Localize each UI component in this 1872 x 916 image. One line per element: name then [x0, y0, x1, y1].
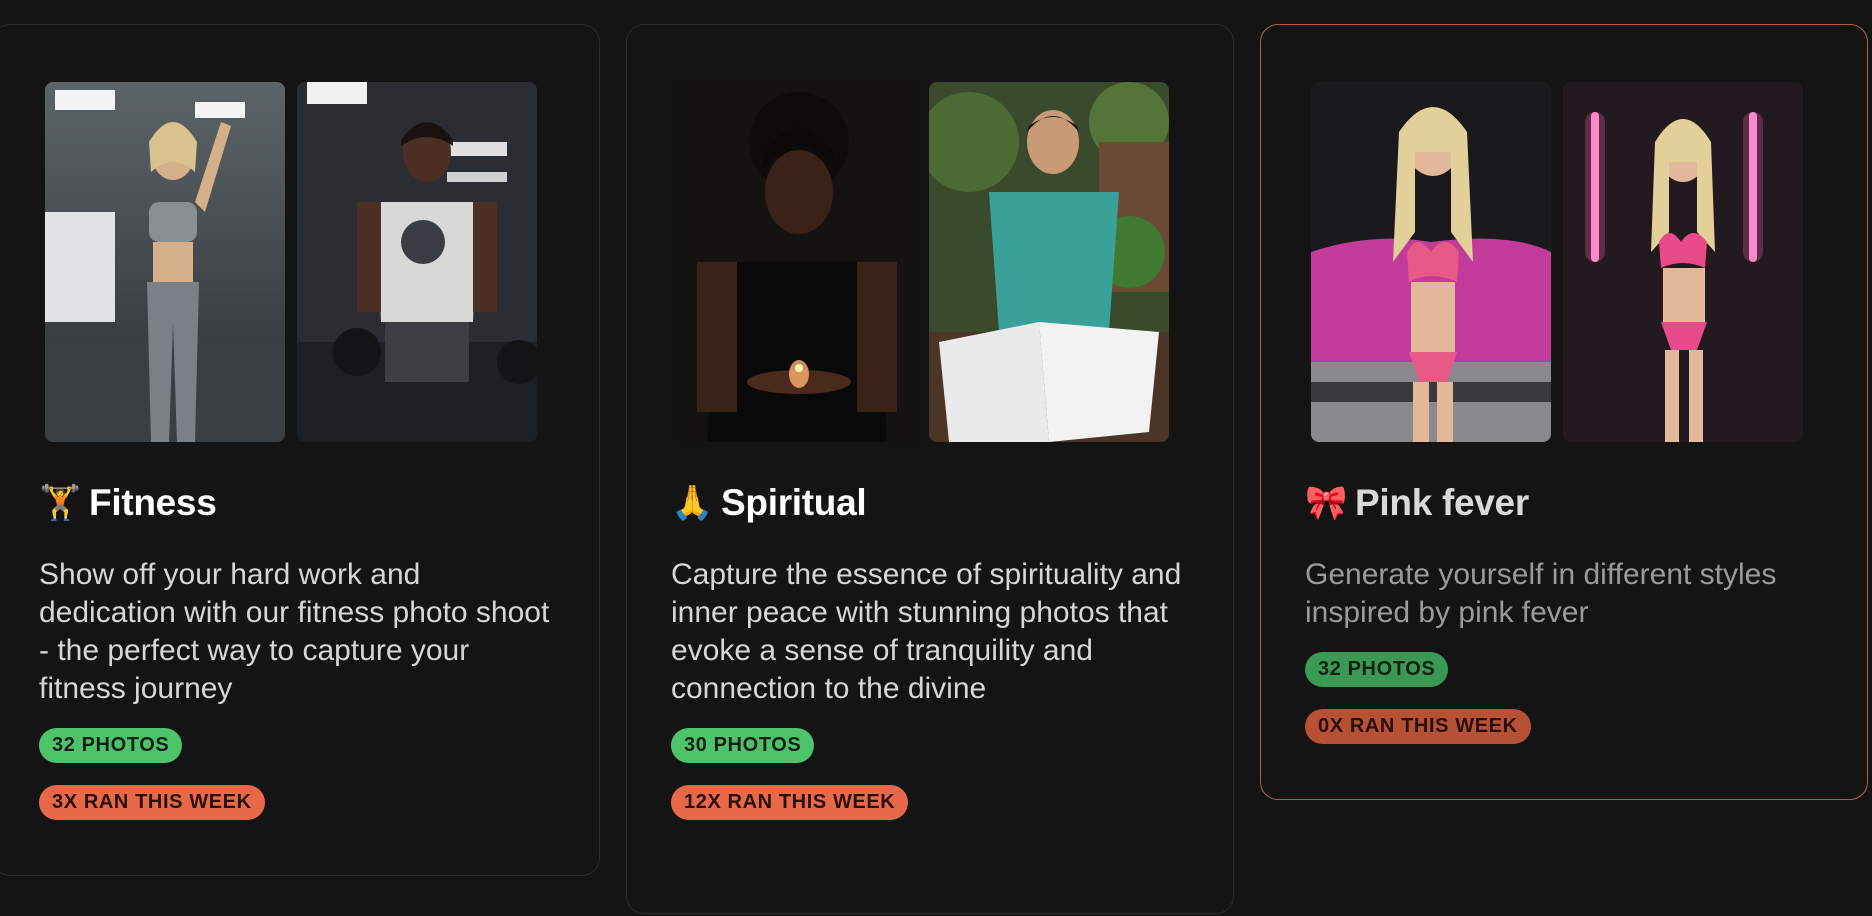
preview-image-man-journaling	[929, 82, 1169, 442]
weekly-runs-badge: 12X RAN THIS WEEK	[671, 785, 909, 820]
style-card-fitness[interactable]: 🏋️ Fitness Show off your hard work and d…	[0, 24, 600, 876]
preview-image-woman-neon	[1563, 82, 1803, 442]
preview-images	[1311, 82, 1867, 442]
card-title-text: Pink fever	[1355, 482, 1529, 523]
preview-image-man-candle	[677, 82, 917, 442]
preview-images	[45, 82, 599, 442]
preview-images	[677, 82, 1233, 442]
ribbon-icon: 🎀	[1305, 484, 1348, 522]
preview-image-woman-pink-car	[1311, 82, 1551, 442]
card-title-text: Fitness	[89, 482, 217, 523]
weightlifter-icon: 🏋️	[39, 484, 82, 522]
weekly-runs-badge: 3X RAN THIS WEEK	[39, 785, 265, 820]
photos-count-badge: 32 PHOTOS	[39, 728, 183, 763]
photos-count-badge: 32 PHOTOS	[1305, 652, 1449, 687]
weekly-runs-badge: 0X RAN THIS WEEK	[1305, 709, 1531, 744]
card-description: Show off your hard work and dedication w…	[39, 558, 550, 705]
card-title-text: Spiritual	[721, 482, 867, 523]
praying-hands-icon: 🙏	[671, 484, 714, 522]
style-cards-row: 🏋️ Fitness Show off your hard work and d…	[0, 0, 1872, 916]
card-badges: 32 PHOTOS 0X RAN THIS WEEK	[1305, 652, 1867, 744]
card-description: Generate yourself in different styles in…	[1305, 558, 1777, 629]
card-title: 🏋️ Fitness	[39, 482, 599, 524]
style-card-pink-fever[interactable]: 🎀 Pink fever Generate yourself in differ…	[1260, 24, 1868, 800]
card-title: 🎀 Pink fever	[1305, 482, 1867, 524]
preview-image-man-gym	[297, 82, 537, 442]
card-badges: 32 PHOTOS 3X RAN THIS WEEK	[39, 728, 599, 820]
card-badges: 30 PHOTOS 12X RAN THIS WEEK	[671, 728, 1233, 820]
card-title: 🙏 Spiritual	[671, 482, 1233, 524]
style-card-spiritual[interactable]: 🙏 Spiritual Capture the essence of spiri…	[626, 24, 1234, 914]
card-description: Capture the essence of spirituality and …	[671, 558, 1182, 705]
photos-count-badge: 30 PHOTOS	[671, 728, 815, 763]
preview-image-woman-gym	[45, 82, 285, 442]
